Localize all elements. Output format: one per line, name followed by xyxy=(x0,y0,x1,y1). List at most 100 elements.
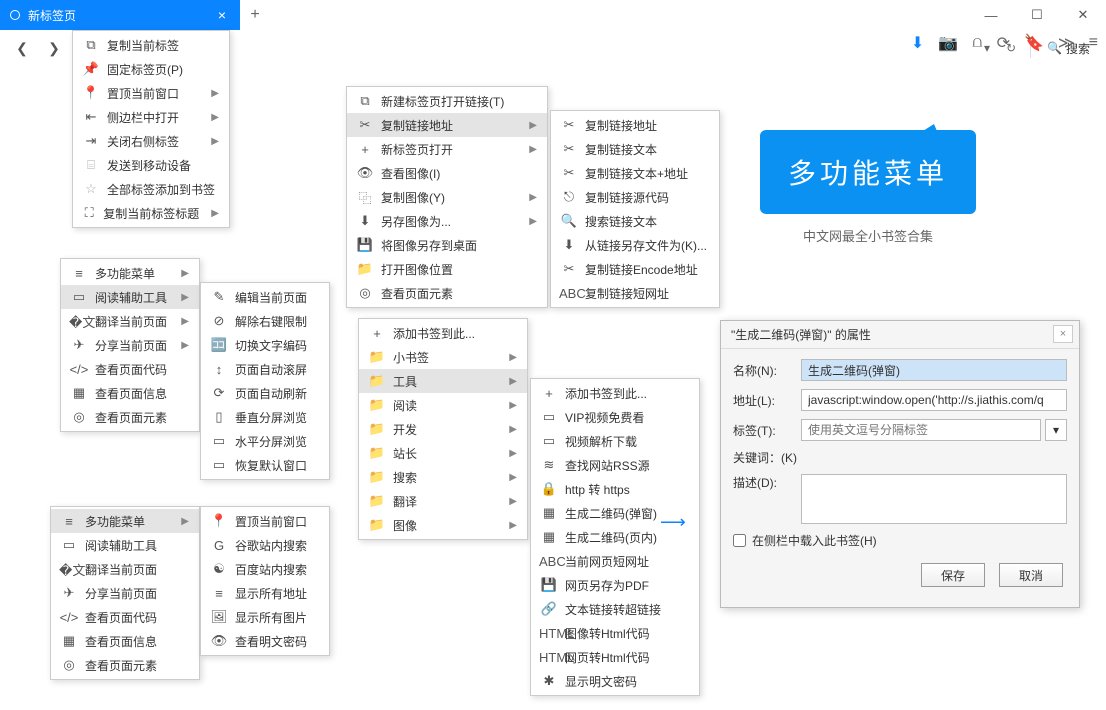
menu-item[interactable]: ⬇另存图像为...▶ xyxy=(347,209,547,233)
menu-item[interactable]: ✂复制链接Encode地址 xyxy=(551,257,719,281)
menu-item[interactable]: ≋查找网站RSS源 xyxy=(531,453,699,477)
menu-item[interactable]: ⛶复制当前标签标题▶ xyxy=(73,201,229,225)
menu-item[interactable]: 📌固定标签页(P) xyxy=(73,57,229,81)
menu-item[interactable]: 📁翻译▶ xyxy=(359,489,527,513)
window-close-button[interactable]: ✕ xyxy=(1060,0,1106,30)
menu-item[interactable]: +新标签页打开▶ xyxy=(347,137,547,161)
tab-close-button[interactable]: × xyxy=(214,7,230,23)
menu-item[interactable]: ▦查看页面信息 xyxy=(61,381,199,405)
menu-item[interactable]: ⎋复制链接源代码 xyxy=(551,185,719,209)
menu-icon[interactable]: ≡ xyxy=(1089,34,1098,52)
menu-item[interactable]: ✈分享当前页面 xyxy=(51,581,199,605)
menu-item[interactable]: ✂复制链接地址▶ xyxy=(347,113,547,137)
menu-item[interactable]: ▭VIP视频免费看 xyxy=(531,405,699,429)
menu-item[interactable]: ≡多功能菜单▶ xyxy=(61,261,199,285)
menu-item[interactable]: HTML图像转Html代码 xyxy=(531,621,699,645)
tools-submenu: +添加书签到此...▭VIP视频免费看▭视频解析下载≋查找网站RSS源🔒http… xyxy=(530,378,700,696)
menu-item[interactable]: �文翻译当前页面 xyxy=(51,557,199,581)
menu-item[interactable]: ⇤侧边栏中打开▶ xyxy=(73,105,229,129)
menu-item[interactable]: 📁站长▶ xyxy=(359,441,527,465)
menu-item[interactable]: +添加书签到此... xyxy=(531,381,699,405)
menu-item[interactable]: ⧉新建标签页打开链接(T) xyxy=(347,89,547,113)
sidebar-checkbox[interactable] xyxy=(733,534,746,547)
menu-item[interactable]: ⊘解除右键限制 xyxy=(201,309,329,333)
menu-item[interactable]: 📁开发▶ xyxy=(359,417,527,441)
name-input[interactable] xyxy=(801,359,1067,381)
screenshot-icon[interactable]: 📷 xyxy=(938,33,958,53)
menu-item[interactable]: ✈分享当前页面▶ xyxy=(61,333,199,357)
window-minimize-button[interactable]: — xyxy=(968,0,1014,30)
menu-item[interactable]: ⇥关闭右侧标签▶ xyxy=(73,129,229,153)
menu-item[interactable]: 🈁切换文字编码 xyxy=(201,333,329,357)
menu-item[interactable]: 🔗文本链接转超链接 xyxy=(531,597,699,621)
menu-item[interactable]: ⬇从链接另存文件为(K)... xyxy=(551,233,719,257)
back-button[interactable]: ❮ xyxy=(8,34,36,62)
menu-item[interactable]: ▯垂直分屏浏览 xyxy=(201,405,329,429)
menu-item[interactable]: ⿻复制图像(Y)▶ xyxy=(347,185,547,209)
menu-item[interactable]: ◎查看页面元素 xyxy=(347,281,547,305)
menu-item[interactable]: 📁搜索▶ xyxy=(359,465,527,489)
menu-item[interactable]: 📁工具▶ xyxy=(359,369,527,393)
menu-item-icon: ✂ xyxy=(355,117,375,133)
menu-item[interactable]: 📁阅读▶ xyxy=(359,393,527,417)
menu-item[interactable]: 🔒http 转 https xyxy=(531,477,699,501)
menu-item[interactable]: 📁小书签▶ xyxy=(359,345,527,369)
menu-item[interactable]: ≡显示所有地址 xyxy=(201,581,329,605)
menu-item[interactable]: ABC当前网页短网址 xyxy=(531,549,699,573)
menu-item[interactable]: 📁图像▶ xyxy=(359,513,527,537)
menu-item[interactable]: ▭阅读辅助工具▶ xyxy=(61,285,199,309)
download-icon[interactable]: ⬇ xyxy=(911,33,924,53)
menu-item[interactable]: ≡多功能菜单▶ xyxy=(51,509,199,533)
sync-icon[interactable]: ⟳ xyxy=(997,33,1010,53)
main-menu-2: ≡多功能菜单▶▭阅读辅助工具�文翻译当前页面✈分享当前页面</>查看页面代码▦查… xyxy=(50,506,200,680)
menu-item[interactable]: HTML网页转Html代码 xyxy=(531,645,699,669)
extension-icon[interactable]: ⩍ xyxy=(972,34,982,52)
menu-item[interactable]: ▭视频解析下载 xyxy=(531,429,699,453)
menu-item[interactable]: 👁查看图像(I) xyxy=(347,161,547,185)
menu-item[interactable]: ✂复制链接文本+地址 xyxy=(551,161,719,185)
menu-item[interactable]: ↕页面自动滚屏 xyxy=(201,357,329,381)
menu-item[interactable]: ABC复制链接短网址 xyxy=(551,281,719,305)
tags-input[interactable] xyxy=(801,419,1041,441)
menu-item[interactable]: 💾网页另存为PDF xyxy=(531,573,699,597)
menu-item[interactable]: 🖼显示所有图片 xyxy=(201,605,329,629)
menu-item[interactable]: ▭阅读辅助工具 xyxy=(51,533,199,557)
menu-item[interactable]: ⟳页面自动刷新 xyxy=(201,381,329,405)
menu-item[interactable]: ✂复制链接地址 xyxy=(551,113,719,137)
menu-item[interactable]: ▭水平分屏浏览 xyxy=(201,429,329,453)
menu-item[interactable]: ▦查看页面信息 xyxy=(51,629,199,653)
tags-dropdown[interactable]: ▾ xyxy=(1045,419,1067,441)
overflow-icon[interactable]: ≫ xyxy=(1058,33,1075,53)
forward-button[interactable]: ❯ xyxy=(40,34,68,62)
new-tab-button[interactable]: + xyxy=(240,0,270,30)
menu-item[interactable]: ◎查看页面元素 xyxy=(61,405,199,429)
menu-item[interactable]: ⌸发送到移动设备 xyxy=(73,153,229,177)
cancel-button[interactable]: 取消 xyxy=(999,563,1063,587)
browser-tab[interactable]: 新标签页 × xyxy=(0,0,240,30)
menu-item[interactable]: ✎编辑当前页面 xyxy=(201,285,329,309)
menu-item[interactable]: </>查看页面代码 xyxy=(51,605,199,629)
menu-item[interactable]: ⧉复制当前标签 xyxy=(73,33,229,57)
menu-item[interactable]: 📍置顶当前窗口▶ xyxy=(73,81,229,105)
menu-item[interactable]: 📁打开图像位置 xyxy=(347,257,547,281)
menu-item[interactable]: 🔍搜索链接文本 xyxy=(551,209,719,233)
menu-item[interactable]: ✂复制链接文本 xyxy=(551,137,719,161)
menu-item[interactable]: ◎查看页面元素 xyxy=(51,653,199,677)
menu-item[interactable]: 📍置顶当前窗口 xyxy=(201,509,329,533)
address-input[interactable] xyxy=(801,389,1067,411)
menu-item[interactable]: </>查看页面代码 xyxy=(61,357,199,381)
menu-item[interactable]: G谷歌站内搜索 xyxy=(201,533,329,557)
menu-item[interactable]: �文翻译当前页面▶ xyxy=(61,309,199,333)
menu-item[interactable]: ☆全部标签添加到书签 xyxy=(73,177,229,201)
dialog-close-button[interactable]: × xyxy=(1053,325,1073,343)
menu-item[interactable]: +添加书签到此... xyxy=(359,321,527,345)
save-button[interactable]: 保存 xyxy=(921,563,985,587)
menu-item[interactable]: ☯百度站内搜索 xyxy=(201,557,329,581)
window-maximize-button[interactable]: ☐ xyxy=(1014,0,1060,30)
menu-item[interactable]: ▭恢复默认窗口 xyxy=(201,453,329,477)
menu-item[interactable]: 💾将图像另存到桌面 xyxy=(347,233,547,257)
description-input[interactable] xyxy=(801,474,1067,524)
menu-item[interactable]: 👁查看明文密码 xyxy=(201,629,329,653)
menu-item[interactable]: ✱显示明文密码 xyxy=(531,669,699,693)
bookmark-icon[interactable]: 🔖 xyxy=(1024,33,1044,53)
